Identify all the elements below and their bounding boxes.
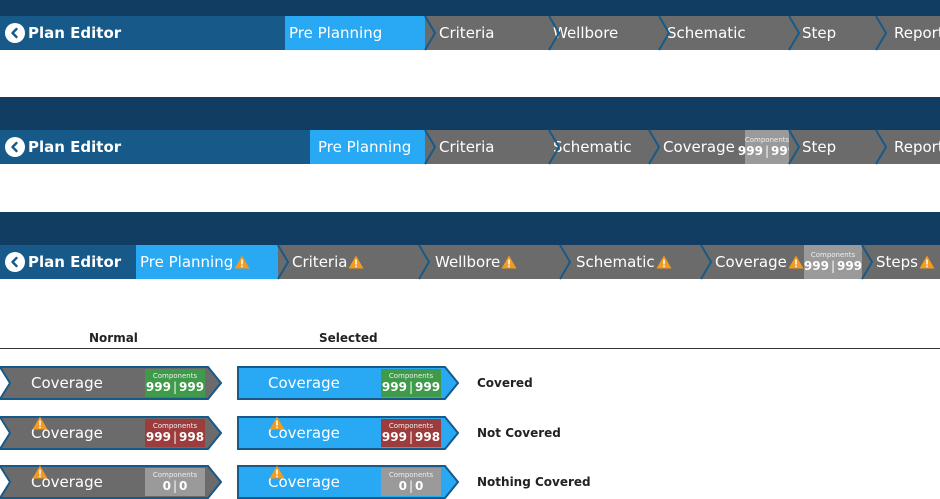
back-arrow-icon[interactable]	[5, 252, 25, 272]
page-title: Plan Editor	[28, 24, 122, 42]
top-bar-1	[0, 0, 940, 16]
coverage-chip-normal-not-covered[interactable]: Coverage Components 999 | 998	[0, 416, 222, 450]
tab-wellbore[interactable]: Wellbore	[549, 16, 659, 50]
tab-step[interactable]: Step	[789, 130, 876, 164]
warning-icon	[348, 255, 364, 269]
warning-icon	[656, 255, 672, 269]
components-counter: Components 0 | 0	[381, 468, 441, 496]
plan-editor-back[interactable]: Plan Editor	[0, 245, 121, 279]
tab-step[interactable]: Step	[789, 16, 876, 50]
tab-steps[interactable]: Steps	[862, 245, 940, 279]
components-counter: Components 999 | 999	[738, 130, 796, 164]
warning-icon	[501, 255, 517, 269]
tab-criteria[interactable]: Criteria	[425, 16, 549, 50]
tab-criteria[interactable]: Criteria	[278, 245, 419, 279]
plan-editor-back[interactable]: Plan Editor	[0, 16, 121, 50]
tab-wellbore[interactable]: Wellbore	[419, 245, 560, 279]
status-nothing-covered: Nothing Covered	[477, 475, 591, 489]
components-counter: Components 999 | 998	[145, 419, 205, 447]
status-covered: Covered	[477, 376, 533, 390]
page-title: Plan Editor	[28, 138, 122, 156]
status-not-covered: Not Covered	[477, 426, 561, 440]
divider	[0, 348, 940, 349]
warning-icon	[269, 465, 285, 479]
plan-editor-back[interactable]: Plan Editor	[0, 130, 121, 164]
tab-coverage[interactable]: Coverage	[701, 245, 804, 279]
top-bar-3	[0, 212, 940, 245]
components-counter: Components 999 | 999	[804, 245, 862, 279]
warning-icon	[788, 255, 804, 269]
coverage-chip-selected-nothing-covered[interactable]: Coverage Components 0 | 0	[237, 465, 459, 499]
nav-bar-3: Plan Editor Pre Planning Criteria Wellbo…	[0, 245, 940, 279]
warning-icon	[919, 255, 935, 269]
tab-criteria[interactable]: Criteria	[425, 130, 549, 164]
warning-icon	[32, 465, 48, 479]
coverage-chip-normal-covered[interactable]: Coverage Components 999 | 999	[0, 366, 222, 400]
components-counter: Components 0 | 0	[145, 468, 205, 496]
back-arrow-icon[interactable]	[5, 23, 25, 43]
nav-bar-2: Plan Editor Pre Planning Criteria Schema…	[0, 130, 940, 164]
tab-report[interactable]: Report	[876, 130, 940, 164]
warning-icon	[269, 416, 285, 430]
tab-pre-planning[interactable]: Pre Planning	[136, 245, 278, 279]
tab-pre-planning[interactable]: Pre Planning	[285, 16, 425, 50]
components-counter: Components 999 | 998	[381, 419, 441, 447]
warning-icon	[32, 416, 48, 430]
legend-selected-label: Selected	[319, 331, 378, 345]
coverage-chip-normal-nothing-covered[interactable]: Coverage Components 0 | 0	[0, 465, 222, 499]
components-counter: Components 999 | 999	[381, 369, 441, 397]
page-title: Plan Editor	[28, 253, 122, 271]
coverage-chip-selected-covered[interactable]: Coverage Components 999 | 999	[237, 366, 459, 400]
legend-normal-label: Normal	[89, 331, 138, 345]
tab-schematic[interactable]: Schematic	[659, 16, 789, 50]
coverage-chip-selected-not-covered[interactable]: Coverage Components 999 | 998	[237, 416, 459, 450]
top-bar-2	[0, 97, 940, 130]
tab-coverage[interactable]: Coverage	[649, 130, 745, 164]
nav-bar-1: Plan Editor Pre Planning Criteria Wellbo…	[0, 16, 940, 50]
warning-icon	[234, 255, 250, 269]
components-counter: Components 999 | 999	[145, 369, 205, 397]
tab-schematic[interactable]: Schematic	[560, 245, 701, 279]
back-arrow-icon[interactable]	[5, 137, 25, 157]
tab-schematic[interactable]: Schematic	[549, 130, 649, 164]
tab-pre-planning[interactable]: Pre Planning	[310, 130, 425, 164]
tab-report[interactable]: Report	[876, 16, 940, 50]
